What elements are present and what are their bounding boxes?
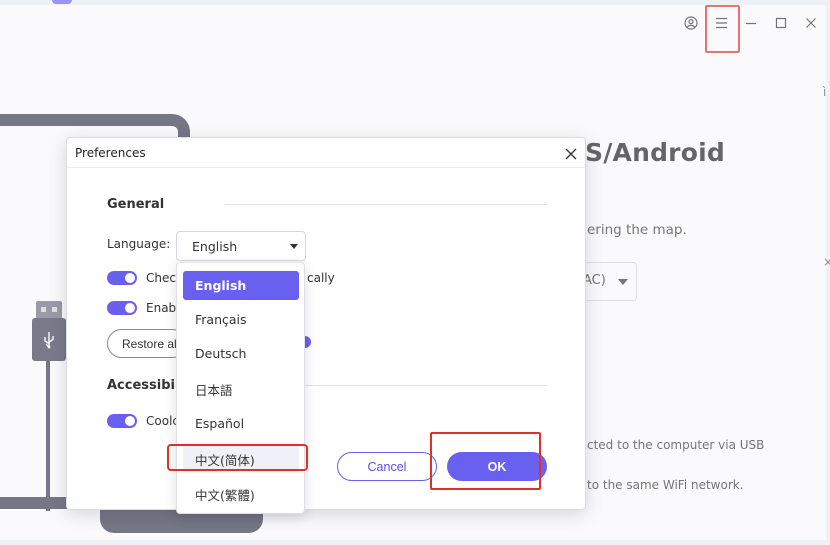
language-dropdown-list: English Français Deutsch 日本語 Español 中文(… <box>176 262 305 514</box>
accessibility-label: Coolc <box>146 414 179 428</box>
dialog-close-button[interactable] <box>564 146 578 160</box>
ok-highlight-box <box>430 432 541 490</box>
caret-down-icon <box>290 244 298 249</box>
close-icon <box>565 148 577 160</box>
title-divider <box>67 167 585 168</box>
cancel-button[interactable]: Cancel <box>337 452 437 481</box>
section-general-title: General <box>107 197 165 212</box>
language-option-chinese-traditional[interactable]: 中文(繁體) <box>183 478 299 507</box>
language-option-french[interactable]: Français <box>183 305 299 334</box>
accessibility-toggle[interactable] <box>107 414 137 428</box>
language-label: Language: <box>107 237 171 251</box>
enable-toggle[interactable] <box>107 301 137 315</box>
language-select-value: English <box>192 239 238 254</box>
language-option-japanese[interactable]: 日本語 <box>183 373 299 402</box>
language-option-spanish[interactable]: Español <box>183 409 299 438</box>
language-select[interactable]: English <box>176 231 306 261</box>
preferences-dialog: Preferences General Language: English Ch… <box>66 137 586 510</box>
restore-defaults-button[interactable]: Restore all <box>107 329 187 358</box>
section-divider <box>225 204 547 205</box>
auto-check-label-tail: cally <box>307 271 335 285</box>
dialog-title: Preferences <box>75 146 146 160</box>
chinese-simplified-highlight-box <box>167 444 308 471</box>
language-option-german[interactable]: Deutsch <box>183 339 299 368</box>
language-option-english[interactable]: English <box>183 271 299 300</box>
enable-label: Enabl <box>146 301 180 315</box>
auto-check-toggle[interactable] <box>107 271 137 285</box>
